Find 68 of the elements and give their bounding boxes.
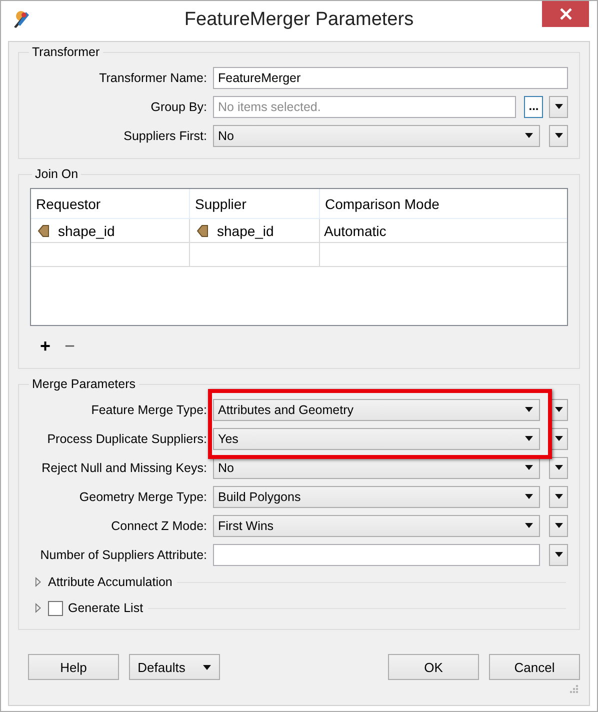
group-title: Transformer: [31, 45, 101, 59]
field-label: Geometry Merge Type:: [78, 490, 207, 504]
expander-icon[interactable]: [35, 577, 43, 587]
caret-icon: [554, 465, 562, 470]
field-label: Connect Z Mode:: [110, 518, 207, 532]
help-button[interactable]: Help: [28, 654, 119, 680]
resize-grip-icon[interactable]: [570, 685, 579, 694]
caret-icon: [525, 407, 533, 412]
close-button[interactable]: [542, 1, 589, 27]
close-icon: [560, 8, 572, 20]
expander-icon[interactable]: [35, 603, 43, 613]
field-label: Feature Merge Type:: [90, 402, 207, 416]
add-button[interactable]: +: [38, 336, 53, 356]
column-header[interactable]: Supplier: [190, 189, 320, 219]
caret-icon: [554, 407, 562, 412]
table-cell[interactable]: [190, 243, 320, 267]
caret-icon: [525, 465, 533, 470]
section-label: Attribute Accumulation: [48, 575, 172, 589]
section-label: Generate List: [68, 601, 144, 615]
options-button[interactable]: [549, 544, 568, 566]
attribute-icon: [38, 224, 49, 236]
options-button[interactable]: [549, 456, 568, 478]
options-button[interactable]: [549, 514, 568, 536]
caret-icon: [525, 523, 533, 528]
browse-button[interactable]: ...: [524, 96, 543, 118]
ok-button[interactable]: OK: [388, 654, 479, 680]
options-button[interactable]: [549, 486, 568, 508]
table-cell: shape_id: [217, 222, 274, 238]
cancel-button[interactable]: Cancel: [489, 654, 580, 680]
text-field[interactable]: [213, 544, 540, 566]
caret-icon: [554, 104, 562, 109]
field-label: Process Duplicate Suppliers:: [46, 432, 207, 446]
dropdown[interactable]: Attributes and Geometry: [213, 398, 540, 420]
caret-icon: [525, 494, 533, 499]
column-header[interactable]: Comparison Mode: [320, 189, 567, 219]
dropdown[interactable]: Yes: [213, 428, 540, 450]
field-label: Number of Suppliers Attribute:: [39, 548, 207, 562]
text-field[interactable]: FeatureMerger: [213, 66, 568, 88]
remove-button[interactable]: −: [62, 336, 78, 356]
dropdown[interactable]: Build Polygons: [213, 486, 540, 508]
field-label: Suppliers First:: [122, 128, 207, 142]
table-cell: Automatic: [324, 222, 386, 238]
group-title: Merge Parameters: [31, 377, 137, 391]
field-label: Transformer Name:: [98, 70, 207, 84]
attribute-icon: [197, 224, 208, 236]
caret-icon: [554, 436, 562, 441]
table-cell[interactable]: [31, 243, 190, 267]
checkbox[interactable]: [48, 600, 63, 616]
field-label: Reject Null and Missing Keys:: [40, 460, 207, 474]
caret-icon: [554, 494, 562, 499]
caret-icon: [525, 436, 533, 441]
caret-icon: [525, 133, 533, 138]
caret-icon: [554, 523, 562, 528]
column-header[interactable]: Requestor: [31, 189, 190, 219]
window-title: FeatureMerger Parameters: [184, 9, 414, 30]
caret-icon: [554, 133, 562, 138]
dropdown[interactable]: First Wins: [213, 514, 540, 536]
caret-icon: [203, 664, 212, 670]
field-label: Group By:: [150, 100, 207, 114]
caret-icon: [554, 552, 562, 557]
group-title: Join On: [34, 167, 80, 181]
options-button[interactable]: [549, 96, 568, 118]
tools-icon: [11, 10, 31, 28]
defaults-button[interactable]: Defaults: [129, 654, 220, 680]
options-button[interactable]: [549, 124, 568, 146]
dropdown[interactable]: No: [213, 124, 540, 146]
table-cell: shape_id: [58, 222, 115, 238]
text-field[interactable]: No items selected.: [213, 96, 516, 118]
